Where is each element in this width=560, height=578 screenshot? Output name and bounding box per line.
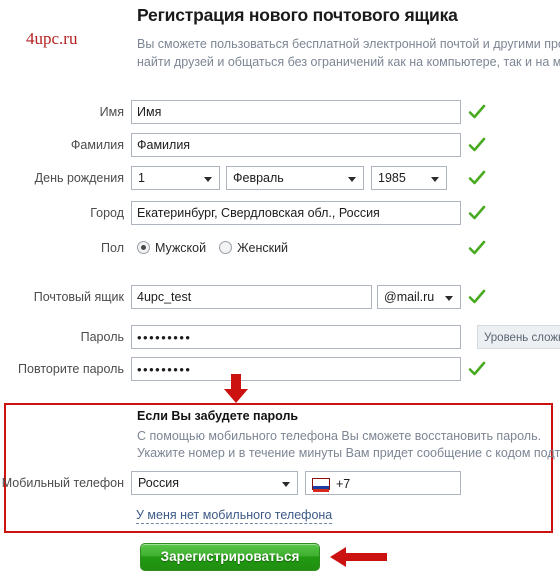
- check-icon: [468, 103, 486, 121]
- page-description: Вы сможете пользоваться бесплатной элект…: [137, 35, 560, 71]
- mailbox-domain-value: @mail.ru: [384, 290, 435, 304]
- phone-number-input[interactable]: +7: [305, 471, 461, 495]
- field-row-password-repeat: Повторите пароль: [0, 357, 560, 383]
- birthday-month-select[interactable]: Февраль: [226, 166, 364, 190]
- birthday-day-select[interactable]: 1: [131, 166, 220, 190]
- page-title: Регистрация нового почтового ящика: [137, 5, 458, 25]
- password-strength-tooltip: Уровень сложнос: [477, 325, 560, 349]
- chevron-down-icon: [431, 177, 439, 182]
- birthday-day-value: 1: [138, 171, 145, 185]
- check-icon: [468, 360, 486, 378]
- field-row-last-name: Фамилия: [0, 133, 560, 159]
- check-icon: [468, 204, 486, 222]
- password-label: Пароль: [80, 330, 124, 344]
- gender-radio-group: Мужской Женский: [137, 240, 288, 256]
- register-button[interactable]: Зарегистрироваться: [140, 543, 320, 571]
- password-repeat-input[interactable]: [131, 357, 461, 381]
- red-down-arrow-icon: [220, 374, 252, 404]
- mailbox-domain-select[interactable]: @mail.ru: [377, 285, 461, 309]
- field-row-mobile-phone: Мобильный телефон Россия +7: [0, 471, 560, 497]
- site-logo: 4upc.ru: [26, 29, 78, 48]
- field-row-mailbox: Почтовый ящик @mail.ru: [0, 285, 560, 311]
- mailbox-input[interactable]: [131, 285, 372, 309]
- city-label: Город: [90, 206, 124, 220]
- gender-male-label: Мужской: [155, 241, 207, 255]
- password-strength-text: Уровень сложнос: [484, 332, 560, 344]
- field-row-gender: Пол Мужской Женский: [0, 236, 560, 262]
- mailbox-label: Почтовый ящик: [33, 290, 124, 304]
- page-description-line2: найти друзей и общаться без ограничений …: [137, 55, 560, 69]
- gender-label: Пол: [101, 241, 124, 255]
- birthday-month-value: Февраль: [233, 171, 284, 185]
- birthday-year-value: 1985: [378, 171, 406, 185]
- no-mobile-phone-link[interactable]: У меня нет мобильного телефона: [136, 508, 333, 524]
- password-input[interactable]: [131, 325, 461, 349]
- registration-page: 4upc.ru Регистрация нового почтового ящи…: [0, 0, 560, 578]
- last-name-label: Фамилия: [70, 138, 124, 152]
- field-row-city: Город: [0, 201, 560, 227]
- gender-female-label: Женский: [237, 241, 289, 255]
- city-input[interactable]: [131, 201, 461, 225]
- chevron-down-icon: [445, 296, 453, 301]
- phone-country-select[interactable]: Россия: [131, 471, 298, 495]
- recovery-description: С помощью мобильного телефона Вы сможете…: [137, 428, 560, 462]
- russia-flag-icon: [312, 478, 330, 493]
- field-row-first-name: Имя: [0, 100, 560, 126]
- page-description-line1: Вы сможете пользоваться бесплатной элект…: [137, 37, 560, 51]
- mobile-phone-label: Мобильный телефон: [1, 476, 124, 490]
- field-row-password: Пароль: [0, 325, 560, 351]
- chevron-down-icon: [204, 177, 212, 182]
- radio-male[interactable]: [137, 241, 150, 254]
- field-row-birthday: День рождения 1 Февраль 1985: [0, 166, 560, 192]
- recovery-description-line2: Укажите номер и в течение минуты Вам при…: [137, 446, 560, 460]
- phone-dial-code: +7: [336, 477, 351, 491]
- radio-female[interactable]: [219, 241, 233, 254]
- check-icon: [468, 239, 486, 257]
- chevron-down-icon: [282, 482, 290, 487]
- phone-country-value: Россия: [138, 476, 179, 490]
- first-name-label: Имя: [99, 105, 124, 119]
- last-name-input[interactable]: [131, 133, 461, 157]
- birthday-label: День рождения: [34, 171, 124, 185]
- recovery-title: Если Вы забудете пароль: [137, 409, 299, 423]
- birthday-year-select[interactable]: 1985: [371, 166, 447, 190]
- gender-female-option[interactable]: Женский: [219, 241, 288, 255]
- chevron-down-icon: [348, 177, 356, 182]
- red-left-arrow-icon: [330, 546, 388, 568]
- recovery-description-line1: С помощью мобильного телефона Вы сможете…: [137, 429, 542, 443]
- check-icon: [468, 288, 486, 306]
- gender-male-option[interactable]: Мужской: [137, 241, 206, 255]
- first-name-input[interactable]: [131, 100, 461, 124]
- check-icon: [468, 169, 486, 187]
- password-repeat-label: Повторите пароль: [18, 362, 124, 376]
- check-icon: [468, 136, 486, 154]
